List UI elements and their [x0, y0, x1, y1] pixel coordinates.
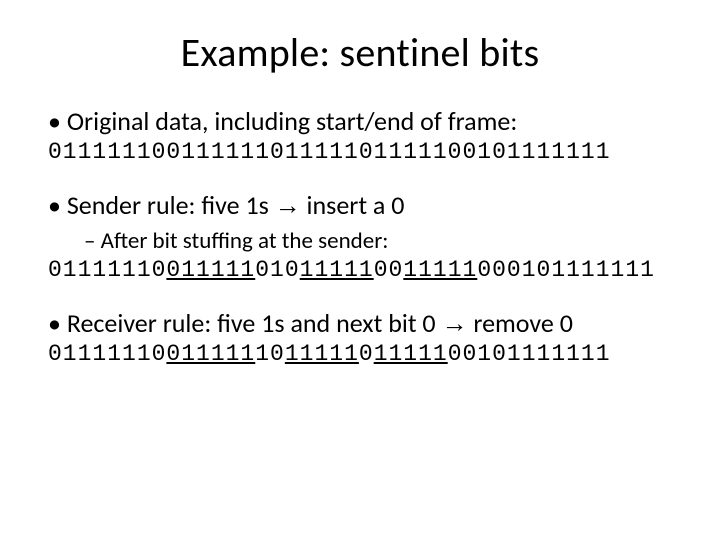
recv-underline-3: 11111	[374, 341, 448, 367]
receiver-rule-post: remove 0	[468, 307, 573, 339]
bullet-sender-rule: Sender rule: five 1s → insert a 0	[40, 189, 680, 221]
bits-orig-payload: 01111110111110111110	[166, 139, 462, 165]
stuff-underline-3: 11111	[403, 257, 477, 283]
bits-original: 01111110011111101111101111100101111111	[40, 139, 680, 165]
bits-orig-flag2: 0101111111	[462, 139, 610, 165]
arrow-icon: →	[275, 190, 301, 220]
stuff-seg-d: 000101111111	[477, 257, 655, 283]
slide-title: Example: sentinel bits	[40, 28, 680, 77]
stuff-underline-1: 011111	[166, 257, 255, 283]
bits-after-stuffing: 0111111001111101011111001111100010111111…	[40, 257, 680, 283]
slide: Example: sentinel bits Original data, in…	[0, 0, 720, 540]
recv-seg-b: 10	[255, 341, 285, 367]
bullet-original-data: Original data, including start/end of fr…	[40, 105, 680, 137]
receiver-rule-pre: Receiver rule: five 1s and next bit 0	[67, 307, 442, 339]
sender-rule-pre: Sender rule: five 1s	[67, 189, 275, 221]
stuff-seg-a: 01111110	[48, 257, 166, 283]
bits-receiver: 01111110011111101111101111100101111111	[40, 341, 680, 367]
stuff-underline-2: 11111	[300, 257, 374, 283]
recv-seg-a: 01111110	[48, 341, 166, 367]
recv-seg-c: 0	[359, 341, 374, 367]
stuff-seg-b: 010	[255, 257, 299, 283]
sub-bullet-after-stuffing: After bit stuffing at the sender:	[40, 227, 680, 255]
recv-underline-1: 011111	[166, 341, 255, 367]
bits-orig-flag1: 01111110	[48, 139, 166, 165]
arrow-icon-2: →	[442, 308, 468, 338]
recv-seg-d: 00101111111	[448, 341, 611, 367]
recv-underline-2: 11111	[285, 341, 359, 367]
bullet-receiver-rule: Receiver rule: five 1s and next bit 0 → …	[40, 307, 680, 339]
stuff-seg-c: 00	[374, 257, 404, 283]
sender-rule-post: insert a 0	[301, 189, 405, 221]
